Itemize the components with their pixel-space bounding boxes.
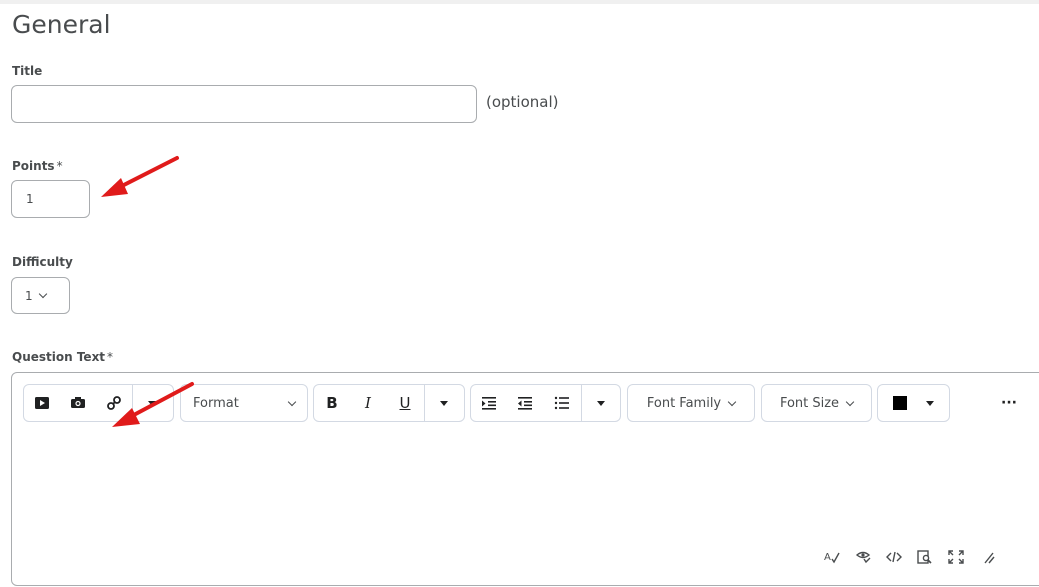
question-text-label-text: Question Text <box>12 350 106 364</box>
title-input[interactable] <box>11 85 477 123</box>
difficulty-value: 1 <box>25 288 33 303</box>
caret-down-icon <box>148 400 156 406</box>
title-label: Title <box>12 64 42 78</box>
required-marker: * <box>56 159 63 173</box>
format-dropdown[interactable]: Format <box>180 384 308 422</box>
caret-down-icon <box>925 400 934 406</box>
outdent-button[interactable] <box>507 385 543 421</box>
chevron-down-icon <box>845 397 855 406</box>
text-style-toolbar-group: B I U <box>313 384 465 422</box>
section-heading: General <box>12 10 111 39</box>
editor-body[interactable] <box>24 431 1014 541</box>
paragraph-toolbar-group <box>470 384 621 422</box>
rich-text-editor[interactable]: Format B I U Font Family Font Size ··· A <box>11 372 1039 586</box>
more-options-button[interactable]: ··· <box>994 385 1024 421</box>
paragraph-more-dropdown[interactable] <box>582 385 620 421</box>
accessibility-check-icon[interactable] <box>847 550 878 567</box>
points-input[interactable] <box>11 180 90 218</box>
insert-video-button[interactable] <box>24 385 60 421</box>
question-text-label: Question Text * <box>12 350 113 364</box>
points-label-text: Points <box>12 159 55 173</box>
spellcheck-icon[interactable]: A <box>816 550 847 567</box>
caret-down-icon <box>440 400 448 406</box>
insert-image-button[interactable] <box>60 385 96 421</box>
insert-link-button[interactable] <box>96 385 132 421</box>
list-icon <box>554 396 569 410</box>
chevron-down-icon <box>38 289 47 299</box>
preview-icon[interactable] <box>909 550 940 567</box>
text-style-more-dropdown[interactable] <box>425 385 463 421</box>
title-label-text: Title <box>12 64 43 78</box>
font-size-dropdown[interactable]: Font Size <box>761 384 872 422</box>
font-size-label: Font Size <box>779 395 840 411</box>
insert-more-dropdown[interactable] <box>133 385 171 421</box>
outdent-icon <box>518 397 532 410</box>
required-marker: * <box>107 350 114 364</box>
camera-icon <box>71 397 85 408</box>
font-family-dropdown[interactable]: Font Family <box>627 384 755 422</box>
bold-button[interactable]: B <box>314 385 350 421</box>
source-code-icon[interactable] <box>878 550 909 567</box>
chevron-down-icon <box>287 397 297 406</box>
editor-status-bar: A <box>816 550 1002 567</box>
points-label: Points * <box>12 159 63 173</box>
resize-handle-icon[interactable] <box>971 550 1002 567</box>
difficulty-label: Difficulty <box>12 255 73 269</box>
underline-button[interactable]: U <box>386 385 424 421</box>
video-icon <box>35 397 49 409</box>
link-icon <box>107 396 121 410</box>
difficulty-select[interactable]: 1 <box>11 277 70 314</box>
insert-toolbar-group <box>23 384 174 422</box>
fullscreen-icon[interactable] <box>940 550 971 567</box>
svg-text:A: A <box>824 552 831 563</box>
format-label: Format <box>193 395 239 411</box>
italic-button[interactable]: I <box>350 385 386 421</box>
chevron-down-icon <box>727 397 737 406</box>
color-swatch <box>893 396 908 410</box>
font-family-label: Font Family <box>646 395 722 411</box>
text-color-picker[interactable] <box>877 384 950 422</box>
difficulty-label-text: Difficulty <box>12 255 73 269</box>
indent-button[interactable] <box>471 385 507 421</box>
indent-icon <box>482 397 496 410</box>
caret-down-icon <box>597 400 605 406</box>
question-editor-page: General Title (optional) Points* Difficu… <box>0 4 1039 587</box>
optional-hint: (optional) <box>486 93 559 111</box>
bullet-list-button[interactable] <box>543 385 581 421</box>
